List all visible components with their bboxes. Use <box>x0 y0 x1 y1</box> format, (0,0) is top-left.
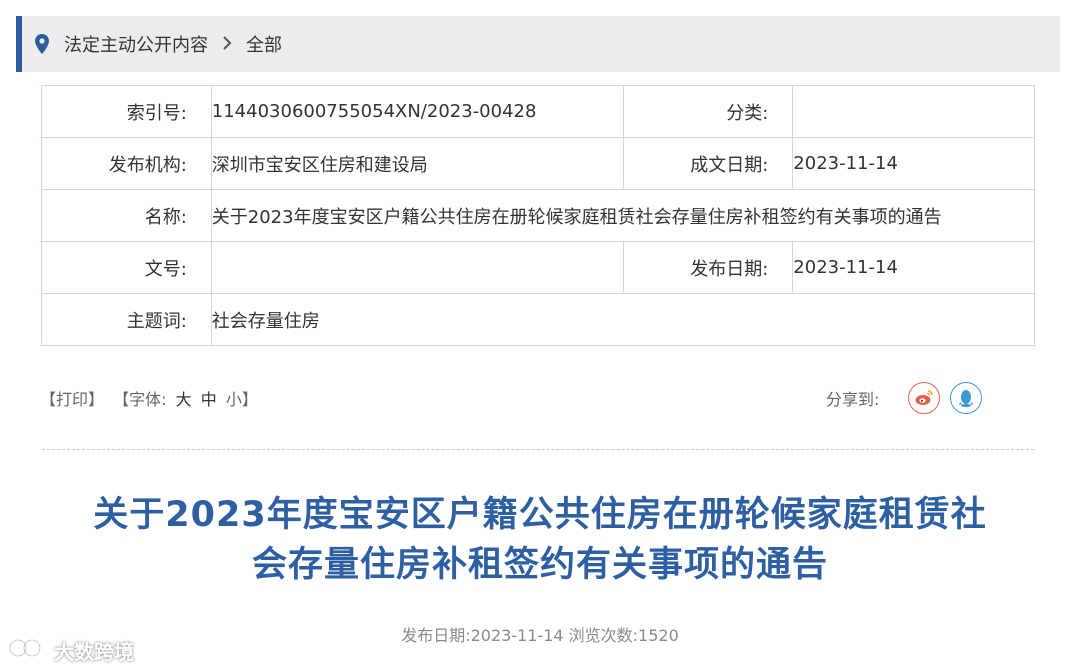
table-row: 主题词: 社会存量住房 <box>41 293 1036 346</box>
location-pin-icon <box>34 33 50 55</box>
print-link[interactable]: 【打印】 <box>40 390 104 409</box>
font-size-label: 【字体: <box>113 390 167 409</box>
index-value: 1144030600755054XN/2023-00428 <box>210 85 624 138</box>
divider <box>42 449 1034 450</box>
share-label: 分享到: <box>826 390 880 409</box>
breadcrumb-section-link[interactable]: 法定主动公开内容 <box>64 31 208 57</box>
table-row: 名称: 关于2023年度宝安区户籍公共住房在册轮候家庭租赁社会存量住房补租签约有… <box>41 189 1036 242</box>
weibo-icon[interactable] <box>908 382 940 414</box>
table-row: 文号: 发布日期: 2023-11-14 <box>41 241 1035 294</box>
watermark-logo-icon <box>8 636 48 665</box>
font-small-link[interactable]: 小】 <box>226 390 258 409</box>
article-title-line-2: 会存量住房补租签约有关事项的通告 <box>251 545 828 585</box>
watermark-text: 大数跨境 <box>54 640 134 664</box>
name-value: 关于2023年度宝安区户籍公共住房在册轮候家庭租赁社会存量住房补租签约有关事项的… <box>210 189 1036 242</box>
table-row: 索引号: 1144030600755054XN/2023-00428 分类: <box>41 85 1035 138</box>
category-label: 分类: <box>622 85 794 138</box>
written-date-value: 2023-11-14 <box>792 137 1035 190</box>
publish-date-label: 发布日期: <box>622 241 794 294</box>
publish-date-value: 2023-11-14 <box>792 241 1035 294</box>
table-row: 发布机构: 深圳市宝安区住房和建设局 成文日期: 2023-11-14 <box>41 137 1035 190</box>
font-large-link[interactable]: 大 <box>176 390 192 409</box>
qq-icon[interactable] <box>950 382 982 414</box>
metadata-table: 索引号: 1144030600755054XN/2023-00428 分类: 发… <box>41 85 1036 346</box>
keywords-value: 社会存量住房 <box>210 293 1036 346</box>
article-title-line-1: 关于2023年度宝安区户籍公共住房在册轮候家庭租赁社 <box>93 495 987 535</box>
breadcrumb-current[interactable]: 全部 <box>246 31 282 57</box>
article-title: 关于2023年度宝安区户籍公共住房在册轮候家庭租赁社 会存量住房补租签约有关事项… <box>40 490 1040 590</box>
doc-no-label: 文号: <box>41 241 212 294</box>
chevron-right-icon <box>222 34 232 55</box>
publish-info: 发布日期:2023-11-14 浏览次数:1520 <box>401 626 679 645</box>
doc-no-value <box>210 241 624 294</box>
publisher-label: 发布机构: <box>41 137 212 190</box>
keywords-label: 主题词: <box>41 293 212 346</box>
name-label: 名称: <box>41 189 212 242</box>
category-value <box>792 85 1035 138</box>
watermark: 大数跨境 <box>8 636 134 665</box>
index-label: 索引号: <box>41 85 212 138</box>
written-date-label: 成文日期: <box>622 137 794 190</box>
page-tools: 【打印】 【字体: 大 中 小】 <box>40 386 262 410</box>
breadcrumb: 法定主动公开内容 全部 <box>16 16 1060 72</box>
publisher-value: 深圳市宝安区住房和建设局 <box>210 137 624 190</box>
font-medium-link[interactable]: 中 <box>201 390 217 409</box>
